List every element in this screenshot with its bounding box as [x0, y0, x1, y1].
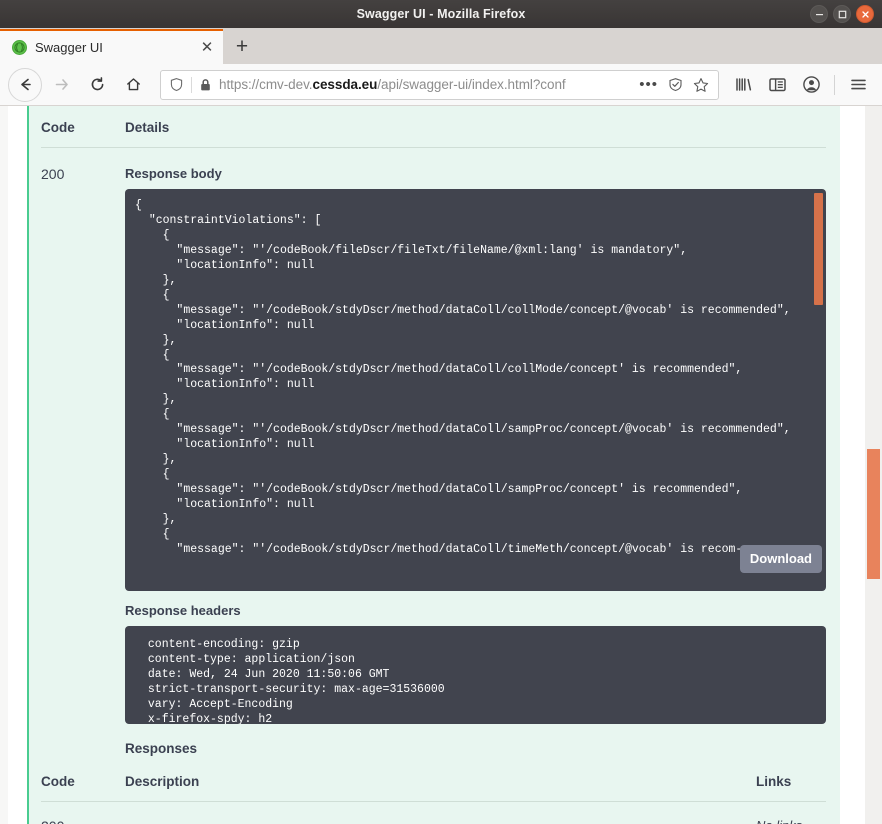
new-tab-button[interactable]: + — [225, 29, 259, 63]
reload-button-icon[interactable] — [80, 68, 114, 102]
response-headers-text: content-encoding: gzip content-type: app… — [147, 638, 445, 724]
url-domain: cessda.eu — [312, 77, 378, 92]
column-header-code: Code — [41, 120, 75, 135]
page-left-gutter — [0, 106, 8, 824]
responses-table-row: 200 No links — [41, 802, 826, 824]
maximize-button[interactable] — [833, 5, 851, 23]
url-prefix: https://cmv-dev. — [219, 77, 313, 92]
account-icon[interactable] — [795, 69, 827, 101]
window-title: Swagger UI - Mozilla Firefox — [356, 7, 526, 21]
page-viewport: Code Details 200 Response body { "constr… — [0, 106, 882, 824]
responses-section-title: Responses — [125, 741, 198, 756]
responses-row-description — [125, 818, 756, 824]
browser-window: Swagger UI - Mozilla Firefox Swagger UI — [0, 0, 882, 824]
url-text[interactable]: https://cmv-dev.cessda.eu/api/swagger-ui… — [219, 77, 630, 92]
bookmark-star-icon[interactable] — [690, 74, 712, 96]
response-headers-label: Response headers — [125, 603, 241, 618]
page-actions-icon[interactable]: ••• — [637, 76, 660, 93]
tab-title: Swagger UI — [35, 40, 103, 55]
responses-table-header: Code Description Links — [41, 756, 826, 802]
result-table-row: 200 Response body { "constraintViolation… — [41, 148, 826, 756]
home-button-icon[interactable] — [116, 68, 150, 102]
response-body-label: Response body — [125, 166, 222, 181]
hamburger-menu-icon[interactable] — [842, 69, 874, 101]
responses-column-header-code: Code — [41, 774, 75, 789]
response-headers-codeblock: content-encoding: gzip content-type: app… — [125, 626, 826, 724]
navigation-toolbar: https://cmv-dev.cessda.eu/api/swagger-ui… — [0, 64, 882, 106]
response-body-codeblock[interactable]: { "constraintViolations": [ { "message":… — [125, 189, 826, 591]
sidebar-icon[interactable] — [761, 69, 793, 101]
swagger-favicon-icon — [12, 40, 27, 55]
forward-button-icon[interactable] — [44, 68, 78, 102]
toolbar-divider — [834, 74, 835, 95]
result-details: Response body { "constraintViolations": … — [125, 166, 826, 756]
responses-column-header-description: Description — [125, 774, 200, 789]
result-table-header: Code Details — [41, 106, 826, 148]
page-scrollbar-thumb[interactable] — [867, 449, 880, 579]
window-controls — [810, 0, 874, 28]
page-scrollbar[interactable] — [865, 106, 882, 824]
responses-row-code: 200 — [41, 818, 125, 824]
tracking-protection-shield-icon[interactable] — [169, 77, 184, 92]
library-icon[interactable] — [727, 69, 759, 101]
column-header-details: Details — [125, 120, 170, 135]
tab-close-icon[interactable]: ✕ — [197, 38, 217, 58]
responses-column-header-links: Links — [756, 774, 792, 789]
responses-row-links: No links — [756, 818, 826, 824]
tab-swagger-ui[interactable]: Swagger UI ✕ — [0, 29, 223, 64]
response-body-text: { "constraintViolations": [ { "message":… — [135, 199, 791, 556]
swagger-ui-page: Code Details 200 Response body { "constr… — [0, 106, 865, 824]
reader-mode-icon[interactable] — [664, 74, 686, 96]
codeblock-scrollbar-thumb[interactable] — [814, 193, 823, 305]
server-response-block: Code Details 200 Response body { "constr… — [27, 106, 840, 824]
toolbar-right-icons — [727, 69, 874, 101]
url-bar[interactable]: https://cmv-dev.cessda.eu/api/swagger-ui… — [160, 69, 719, 100]
back-button-icon[interactable] — [8, 67, 42, 102]
title-bar: Swagger UI - Mozilla Firefox — [0, 0, 882, 28]
padlock-icon[interactable] — [199, 78, 212, 92]
minimize-button[interactable] — [810, 5, 828, 23]
swagger-content-wrap: Code Details 200 Response body { "constr… — [8, 106, 840, 824]
tab-strip: Swagger UI ✕ + — [0, 28, 882, 64]
close-button[interactable] — [856, 5, 874, 23]
url-bar-actions: ••• — [637, 74, 712, 96]
url-suffix: /api/swagger-ui/index.html?conf — [377, 77, 566, 92]
download-button[interactable]: Download — [739, 545, 822, 573]
url-divider — [191, 76, 192, 93]
result-status-code: 200 — [41, 166, 65, 182]
